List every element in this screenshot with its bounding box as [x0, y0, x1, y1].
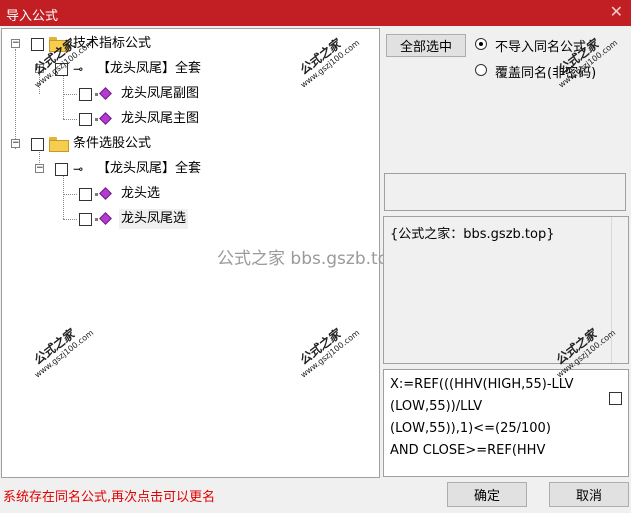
description-scrollbar[interactable] [611, 217, 628, 363]
watermark-text: 公式之家 bbs.gszb.top [217, 249, 399, 269]
group-checkbox[interactable] [31, 38, 44, 51]
key-icon: ⊸ [73, 162, 84, 176]
code-line: AND CLOSE>=REF(HHV [390, 443, 546, 458]
tree-expander-icon[interactable]: − [11, 39, 20, 48]
formula-checkbox[interactable] [79, 88, 92, 101]
formula-checkbox[interactable] [79, 213, 92, 226]
status-message: 系统存在同名公式,再次点击可以更名 [3, 490, 216, 505]
group-label: 技术指标公式 [73, 36, 152, 51]
code-text: X:=REF(((HHV(HIGH,55)-LLV (LOW,55))/LLV … [390, 374, 590, 462]
group-checkbox[interactable] [31, 138, 44, 151]
tree-formula-item[interactable]: 龙头选 [2, 184, 302, 204]
formula-gem-icon [95, 212, 113, 226]
formula-gem-icon [95, 112, 113, 126]
set-label: 【龙头凤尾】全套 [97, 161, 202, 176]
key-icon: ⊸ [73, 62, 84, 76]
tree-formula-item[interactable]: 龙头凤尾副图 [2, 84, 302, 104]
formula-checkbox[interactable] [79, 113, 92, 126]
description-box: {公式之家：bbs.gszb.top} [383, 216, 629, 364]
tree-group-indicators[interactable]: − 技术指标公式 [2, 34, 302, 54]
name-field[interactable] [384, 173, 626, 211]
code-line: (LOW,55)),1)<=(25/100) [390, 421, 551, 436]
set-checkbox[interactable] [55, 63, 68, 76]
radio-overwrite-label: 覆盖同名(非密码) [495, 66, 597, 81]
tree-expander-icon[interactable]: − [35, 164, 44, 173]
tree-expander-icon[interactable]: − [35, 64, 44, 73]
window-title: 导入公式 [6, 9, 59, 24]
tree-set-node[interactable]: − ⊸ 【龙头凤尾】全套 [2, 159, 302, 179]
tree-set-node[interactable]: − ⊸ 【龙头凤尾】全套 [2, 59, 302, 79]
close-icon[interactable]: ✕ [610, 2, 623, 21]
radio-overwrite-duplicates[interactable] [475, 64, 487, 76]
tree-formula-item[interactable]: 龙头凤尾选 [2, 209, 302, 229]
radio-skip-label: 不导入同名公式 [495, 40, 587, 55]
cancel-button[interactable]: 取消 [549, 482, 629, 507]
code-line: (LOW,55))/LLV [390, 399, 483, 414]
code-preview: X:=REF(((HHV(HIGH,55)-LLV (LOW,55))/LLV … [383, 369, 629, 477]
formula-checkbox[interactable] [79, 188, 92, 201]
code-checkbox[interactable] [609, 392, 622, 405]
tree-group-screening[interactable]: − 条件选股公式 [2, 134, 302, 154]
tree-formula-item[interactable]: 龙头凤尾主图 [2, 109, 302, 129]
select-all-button[interactable]: 全部选中 [386, 34, 466, 57]
ok-button[interactable]: 确定 [447, 482, 527, 507]
description-text: {公式之家：bbs.gszb.top} [390, 227, 555, 242]
set-label: 【龙头凤尾】全套 [97, 61, 202, 76]
folder-icon [49, 37, 69, 52]
radio-skip-duplicates[interactable] [475, 38, 487, 50]
formula-gem-icon [95, 87, 113, 101]
folder-icon [49, 137, 69, 152]
tree-expander-icon[interactable]: − [11, 139, 20, 148]
title-bar: 导入公式 ✕ [0, 0, 631, 26]
formula-label: 龙头凤尾主图 [121, 111, 200, 126]
code-line: X:=REF(((HHV(HIGH,55)-LLV [390, 377, 574, 392]
formula-label: 龙头凤尾选 [119, 209, 189, 229]
formula-label: 龙头选 [121, 186, 161, 201]
group-label: 条件选股公式 [73, 136, 152, 151]
formula-label: 龙头凤尾副图 [121, 86, 200, 101]
formula-gem-icon [95, 187, 113, 201]
set-checkbox[interactable] [55, 163, 68, 176]
